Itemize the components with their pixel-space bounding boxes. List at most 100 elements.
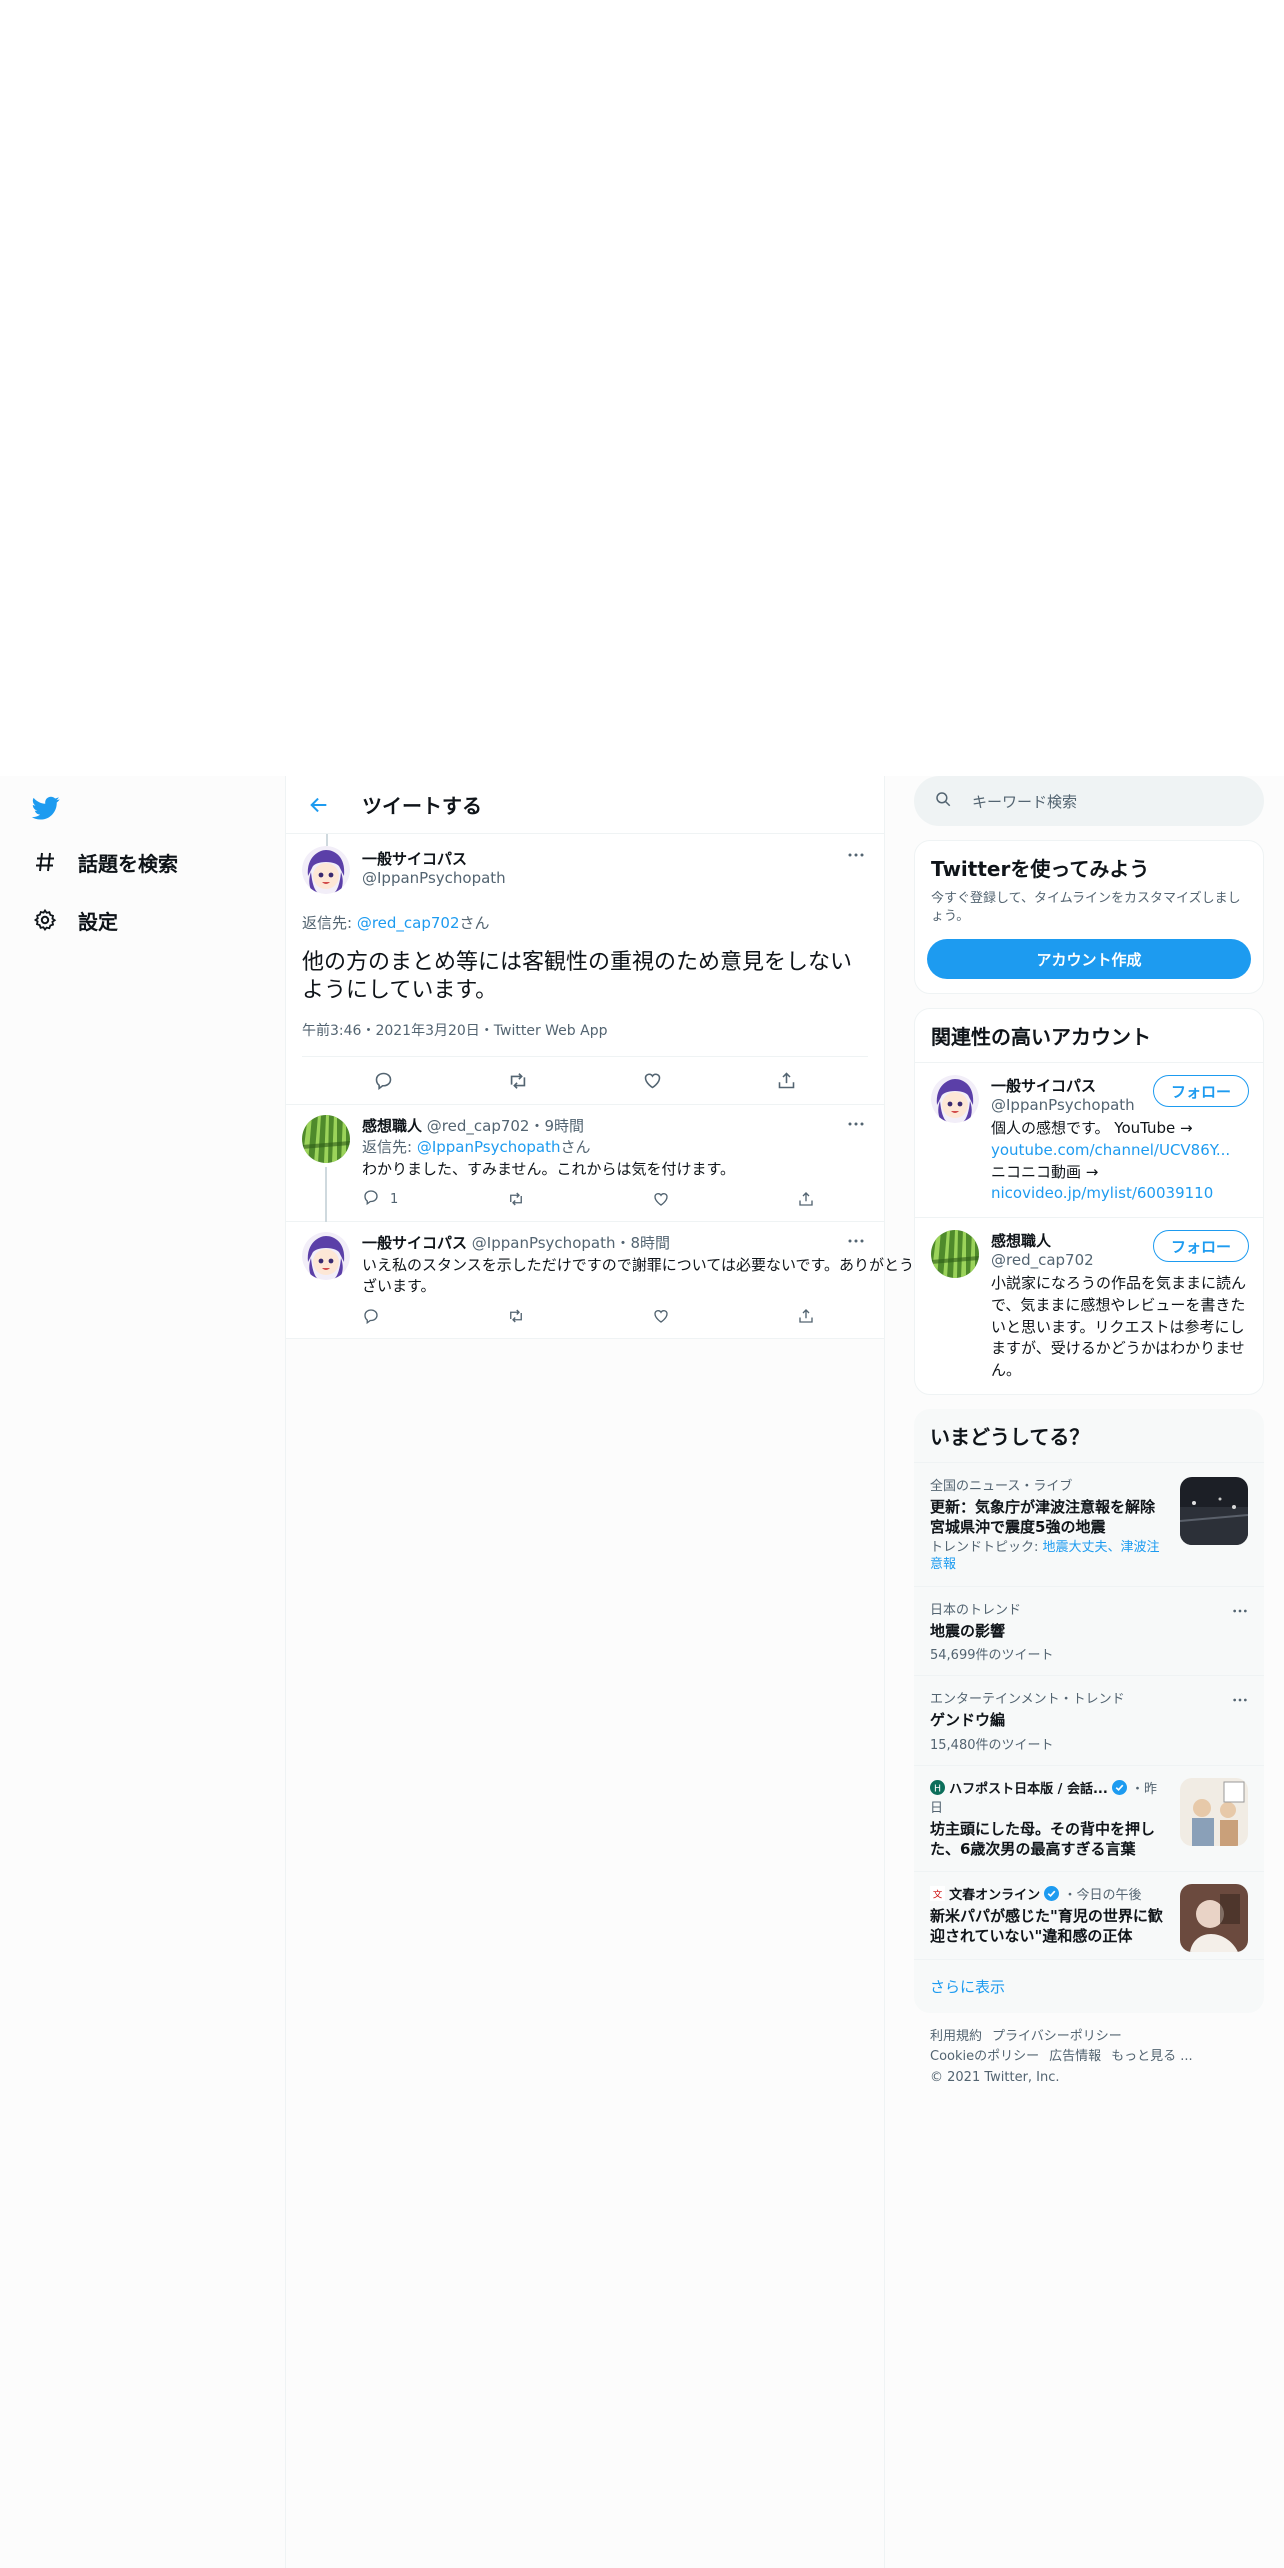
reply-count: 1 [390, 1191, 399, 1207]
reply-time[interactable]: ・8時間 [615, 1234, 670, 1252]
related-account[interactable]: 一般サイコパス @IppanPsychopath 個人の感想です。 YouTub… [915, 1062, 1263, 1217]
reply-tweet[interactable]: 感想職人 @red_cap702・9時間 返信先: @IppanPsychopa… [286, 1105, 884, 1231]
reply-icon [362, 1188, 380, 1210]
reply-button[interactable]: 1 [362, 1188, 507, 1210]
back-arrow-icon[interactable] [304, 790, 334, 820]
reply-text: いえ私のスタンスを示しただけですので謝罪については必要ないです。ありがとうござい… [362, 1256, 930, 1295]
nav-settings[interactable]: 設定 [30, 900, 118, 940]
share-icon[interactable] [770, 1064, 804, 1098]
trend-topic-prefix: トレンドトピック: [930, 1540, 1043, 1556]
bio-link-youtube[interactable]: youtube.com/channel/UCV86Y... [991, 1141, 1230, 1159]
author-handle[interactable]: @IppanPsychopath [362, 869, 506, 887]
trend-item[interactable]: エンターテインメント・トレンド ゲンドウ編 15,480件のツイート [914, 1675, 1264, 1764]
trend-count: 15,480件のツイート [930, 1737, 1054, 1753]
avatar[interactable] [931, 1075, 979, 1124]
like-heart-icon[interactable] [635, 1064, 669, 1098]
footer-link-more[interactable]: もっと見る ... [1111, 2049, 1193, 2064]
signup-subtitle: 今すぐ登録して、タイムラインをカスタマイズしましょう。 [931, 891, 1241, 924]
trend-name: 地震の影響 [930, 1622, 1006, 1641]
search-bar[interactable]: キーワード検索 [914, 776, 1264, 826]
like-heart-icon[interactable] [652, 1190, 797, 1208]
retweet-icon[interactable] [507, 1307, 652, 1325]
source-time: ・今日の午後 [1063, 1888, 1142, 1904]
avatar[interactable] [302, 1115, 350, 1163]
source-name: 文春オンライン [949, 1888, 1041, 1904]
trend-name: ゲンドウ編 [930, 1711, 1006, 1730]
reply-suffix: さん [459, 914, 490, 932]
retweet-icon[interactable] [507, 1190, 652, 1208]
trend-item[interactable]: H ハフポスト日本版 / 会話... ・昨日 坊主頭にした母。その背中を押した、… [914, 1764, 1264, 1872]
reply-author-name[interactable]: 感想職人 [362, 1117, 422, 1135]
reply-actions: 1 [362, 1187, 942, 1211]
bio-text: ニコニコ動画 → [991, 1162, 1099, 1181]
tweet-text: 他の方のまとめ等には客観性の重視のため意見をしないようにしています。 [302, 950, 853, 1003]
account-bio: 個人の感想です。 YouTube → youtube.com/channel/U… [991, 1118, 1247, 1205]
follow-button[interactable]: フォロー [1153, 1075, 1249, 1108]
search-icon [934, 790, 952, 812]
trend-thumbnail [1180, 1884, 1248, 1953]
trend-thumbnail [1180, 1777, 1248, 1846]
avatar[interactable] [302, 1232, 350, 1281]
more-options-icon[interactable] [1232, 1688, 1248, 1707]
search-input[interactable]: キーワード検索 [972, 791, 1077, 812]
footer-link-privacy[interactable]: プライバシーポリシー [992, 2029, 1122, 2044]
reply-text: わかりました、すみません。これからは気を付けます。 [362, 1160, 736, 1178]
twitter-logo-icon[interactable] [30, 794, 62, 822]
gear-icon [30, 905, 60, 935]
main-column: ツイートする 一般サイコパス @IppanPsychopath 返信先: @re… [285, 776, 929, 2568]
trend-count: 54,699件のツイート [930, 1648, 1054, 1664]
nav-settings-label: 設定 [78, 909, 118, 934]
create-account-button[interactable]: アカウント作成 [927, 939, 1251, 980]
like-heart-icon[interactable] [652, 1307, 797, 1325]
retweet-icon[interactable] [501, 1064, 535, 1098]
reply-suffix: さん [560, 1138, 591, 1156]
nav-explore[interactable]: 話題を検索 [30, 842, 178, 882]
tweet-timestamp[interactable]: 午前3:46・2021年3月20日・Twitter Web App [302, 1020, 868, 1057]
reply-author-handle[interactable]: @red_cap702 [427, 1117, 530, 1135]
trend-category: エンターテインメント・トレンド [930, 1692, 1125, 1708]
main-header: ツイートする [286, 776, 884, 834]
reply-author-name[interactable]: 一般サイコパス [362, 1234, 467, 1252]
avatar[interactable] [931, 1230, 979, 1279]
replying-to: 返信先: @IppanPsychopathさん [362, 1136, 942, 1157]
bio-link-nicovideo[interactable]: nicovideo.jp/mylist/60039110 [991, 1184, 1213, 1202]
reply-time[interactable]: ・9時間 [529, 1117, 584, 1135]
reply-tweet[interactable]: 一般サイコパス @IppanPsychopath・8時間 いえ私のスタンスを示し… [286, 1222, 929, 1339]
reply-prefix: 返信先: [362, 1138, 417, 1156]
tweet-actions [286, 1057, 884, 1105]
verified-badge-icon [1044, 1886, 1060, 1902]
more-options-icon[interactable] [1232, 1599, 1248, 1618]
follow-button[interactable]: フォロー [1153, 1230, 1249, 1263]
reply-icon[interactable] [362, 1307, 507, 1325]
right-sidebar: キーワード検索 Twitterを使ってみよう 今すぐ登録して、タイムラインをカス… [914, 776, 1264, 2103]
trend-item[interactable]: 日本のトレンド 地震の影響 54,699件のツイート [914, 1586, 1264, 1675]
focused-tweet-author: 一般サイコパス @IppanPsychopath [302, 834, 868, 894]
svg-text:文: 文 [933, 1888, 943, 1900]
signup-card: Twitterを使ってみよう 今すぐ登録して、タイムラインをカスタマイズしましょ… [914, 840, 1264, 995]
source-logo-icon: H [930, 1779, 945, 1797]
reply-handle-link[interactable]: @red_cap702 [357, 914, 460, 932]
trend-topic: トレンドトピック: 地震大丈夫、津波注意報 [930, 1540, 1248, 1574]
show-more-link[interactable]: さらに表示 [914, 1958, 1264, 2013]
trend-item[interactable]: 全国のニュース・ライブ 更新：気象庁が津波注意報を解除 宮城県沖で震度5強の地震… [914, 1461, 1264, 1586]
avatar[interactable] [302, 846, 350, 894]
nav-explore-label: 話題を検索 [78, 851, 178, 876]
author-name[interactable]: 一般サイコパス [362, 848, 506, 869]
footer-link-terms[interactable]: 利用規約 [930, 2029, 982, 2044]
trends-card: いまどうしてる？ 全国のニュース・ライブ 更新：気象庁が津波注意報を解除 宮城県… [914, 1408, 1264, 2013]
reply-author-handle[interactable]: @IppanPsychopath [472, 1234, 616, 1252]
hashtag-icon [30, 847, 60, 877]
verified-badge-icon [1111, 1779, 1127, 1795]
more-options-icon[interactable] [844, 846, 868, 864]
more-options-icon[interactable] [844, 1232, 868, 1250]
footer-link-ads[interactable]: 広告情報 [1049, 2049, 1101, 2064]
footer-link-cookies[interactable]: Cookieのポリシー [930, 2049, 1039, 2064]
more-options-icon[interactable] [844, 1115, 868, 1133]
trend-item[interactable]: 文 文春オンライン ・今日の午後 新米パパが感じた"育児の世界に歓迎されていない… [914, 1871, 1264, 1959]
source-logo-icon: 文 [930, 1886, 945, 1903]
focused-tweet: 一般サイコパス @IppanPsychopath 返信先: @red_cap70… [286, 834, 884, 1105]
account-bio: 小説家になろうの作品を気ままに読んで、気ままに感想やレビューを書きたいと思います… [991, 1274, 1247, 1380]
reply-handle-link[interactable]: @IppanPsychopath [417, 1138, 561, 1156]
reply-icon[interactable] [366, 1064, 400, 1098]
related-account[interactable]: 感想職人 @red_cap702 小説家になろうの作品を気ままに読んで、気ままに… [915, 1217, 1263, 1394]
